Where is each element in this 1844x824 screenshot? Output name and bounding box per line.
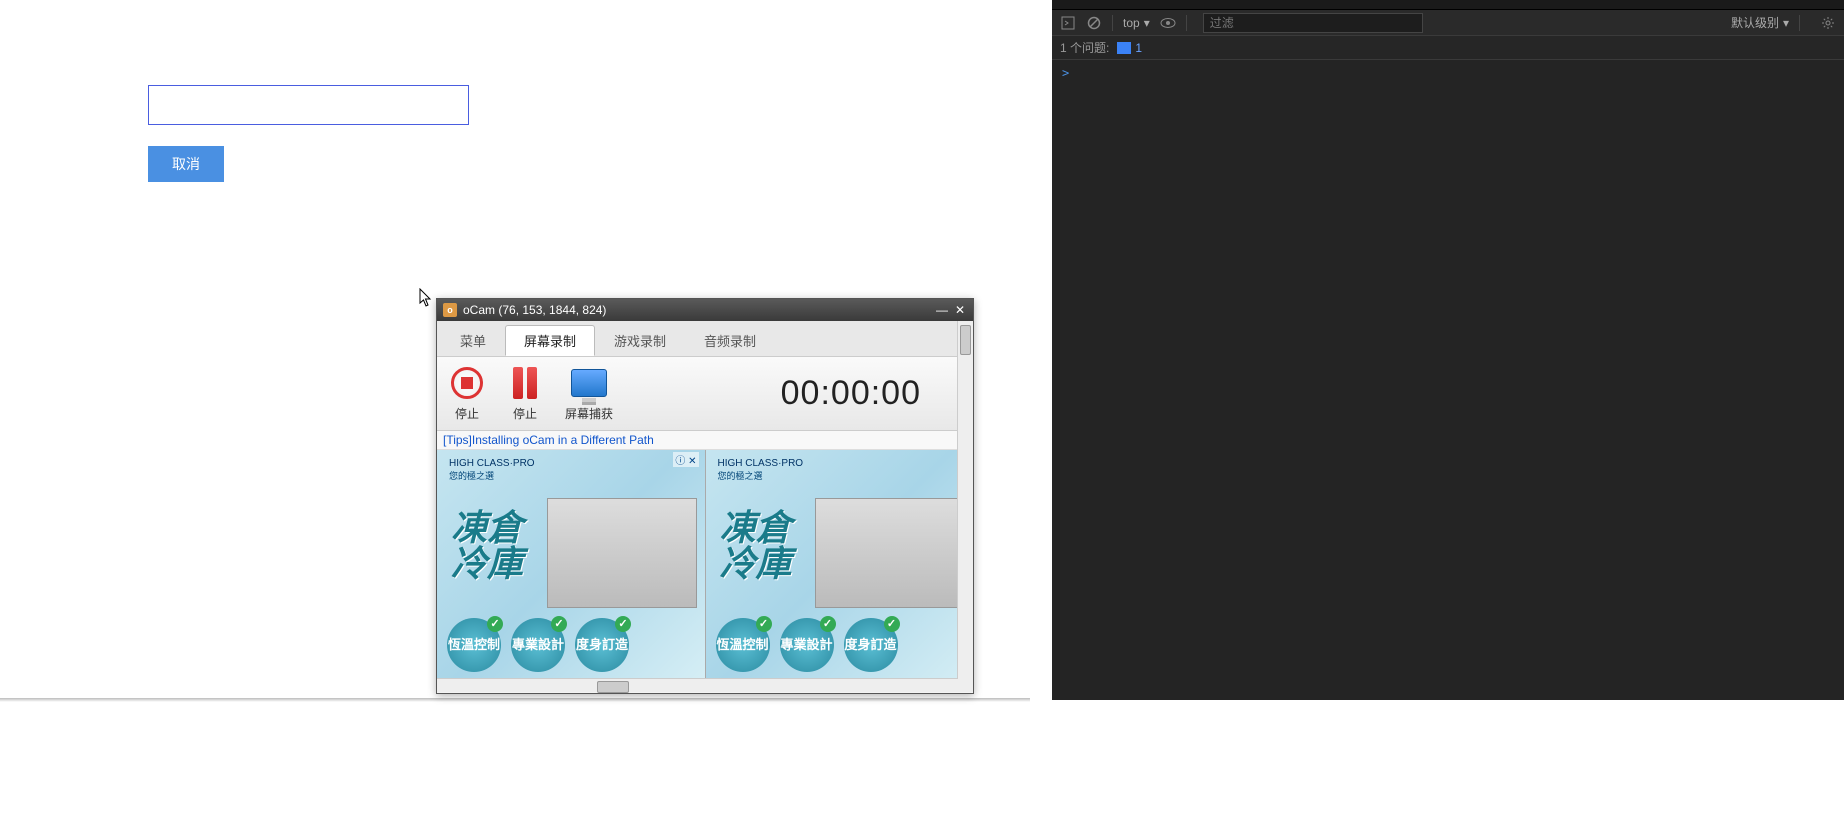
ad-cell-2[interactable]: HIGH CLASS·PRO 您的極之選 凍倉 冷庫 恆溫控制 專業設計 度身訂… xyxy=(706,450,974,678)
horizontal-scrollbar[interactable] xyxy=(437,678,973,692)
issues-badge[interactable]: 1 xyxy=(1117,41,1142,55)
screen-capture-button[interactable]: 屏幕捕获 xyxy=(565,365,613,422)
ad-big-1: 凍倉 xyxy=(720,510,792,546)
ad-chip-3: 度身訂造 xyxy=(575,618,629,672)
stop-label: 停止 xyxy=(455,405,479,422)
ocam-tabs: 菜单 屏幕录制 游戏录制 音频录制 xyxy=(437,321,973,356)
ad-brand-sub: 您的極之選 xyxy=(449,469,535,482)
separator xyxy=(1112,15,1113,31)
live-expression-icon[interactable] xyxy=(1160,15,1176,31)
ocam-titlebar[interactable]: o oCam (76, 153, 1844, 824) — ✕ xyxy=(437,299,973,321)
text-input[interactable] xyxy=(148,85,469,125)
ocam-app-icon: o xyxy=(443,303,457,317)
chevron-down-icon: ▾ xyxy=(1783,16,1789,30)
filter-input[interactable] xyxy=(1203,13,1423,33)
ad-cell-1[interactable]: ⓘ ✕ HIGH CLASS·PRO 您的極之選 凍倉 冷庫 恆溫控制 專業設計… xyxy=(437,450,706,678)
monitor-icon xyxy=(571,369,607,397)
log-level-selector[interactable]: 默认级别 ▾ xyxy=(1731,14,1789,31)
console-sidebar-toggle-icon[interactable] xyxy=(1060,15,1076,31)
ad-big-1: 凍倉 xyxy=(451,510,523,546)
tab-game-record[interactable]: 游戏录制 xyxy=(595,325,685,356)
ad-headline: 凍倉 冷庫 xyxy=(451,510,523,582)
stop-button[interactable]: 停止 xyxy=(449,365,485,422)
ad-chips: 恆溫控制 專業設計 度身訂造 xyxy=(447,618,629,672)
scrollbar-thumb[interactable] xyxy=(960,325,971,355)
tab-menu[interactable]: 菜单 xyxy=(441,325,505,356)
ad-info-close-icon[interactable]: ⓘ ✕ xyxy=(673,452,698,467)
console-prompt: > xyxy=(1062,66,1069,80)
ad-big-2: 冷庫 xyxy=(720,546,792,582)
ad-brand: HIGH CLASS·PRO 您的極之選 xyxy=(449,458,535,482)
ad-brand-sub: 您的極之選 xyxy=(718,469,804,482)
ocam-title: oCam (76, 153, 1844, 824) xyxy=(463,303,606,317)
pause-label: 停止 xyxy=(513,405,537,422)
stop-icon xyxy=(451,367,483,399)
page-divider xyxy=(0,698,1030,702)
devtools-tabstrip xyxy=(1052,0,1844,10)
ad-headline: 凍倉 冷庫 xyxy=(720,510,792,582)
filter-field xyxy=(1203,13,1423,33)
cancel-button[interactable]: 取消 xyxy=(148,146,224,182)
minimize-icon[interactable]: — xyxy=(935,303,949,317)
ocam-window: o oCam (76, 153, 1844, 824) — ✕ 菜单 屏幕录制 … xyxy=(436,298,974,694)
issues-label: 1 个问题: xyxy=(1060,39,1109,56)
issues-bar: 1 个问题: 1 xyxy=(1052,36,1844,60)
clear-console-icon[interactable] xyxy=(1086,15,1102,31)
level-label: 默认级别 xyxy=(1731,14,1779,31)
console-toolbar: top ▾ 默认级别 ▾ xyxy=(1052,10,1844,36)
ad-chip-2: 專業設計 xyxy=(511,618,565,672)
pause-icon xyxy=(513,367,537,399)
vertical-scrollbar[interactable] xyxy=(957,321,973,679)
pause-button[interactable]: 停止 xyxy=(507,365,543,422)
context-selector[interactable]: top ▾ xyxy=(1123,16,1150,30)
ad-image xyxy=(815,498,965,608)
ad-image xyxy=(547,498,697,608)
ad-brand-top: HIGH CLASS·PRO xyxy=(718,458,804,469)
console-output[interactable]: > xyxy=(1052,60,1844,86)
tab-audio-record[interactable]: 音频录制 xyxy=(685,325,775,356)
ad-brand-top: HIGH CLASS·PRO xyxy=(449,458,535,469)
separator xyxy=(1186,15,1187,31)
ad-chip-1: 恆溫控制 xyxy=(447,618,501,672)
recording-timer: 00:00:00 xyxy=(781,374,921,413)
context-label: top xyxy=(1123,16,1140,30)
ad-big-2: 冷庫 xyxy=(451,546,523,582)
ad-chip-3: 度身訂造 xyxy=(844,618,898,672)
ocam-toolbar: 停止 停止 屏幕捕获 00:00:00 xyxy=(437,356,973,431)
ad-chip-1: 恆溫控制 xyxy=(716,618,770,672)
message-icon xyxy=(1117,42,1131,54)
close-icon[interactable]: ✕ xyxy=(953,303,967,317)
gear-icon[interactable] xyxy=(1820,15,1836,31)
capture-label: 屏幕捕获 xyxy=(565,405,613,422)
separator xyxy=(1799,15,1800,31)
tips-link[interactable]: [Tips]Installing oCam in a Different Pat… xyxy=(437,431,973,450)
chevron-down-icon: ▾ xyxy=(1144,16,1150,30)
devtools-panel: top ▾ 默认级别 ▾ 1 个问题: 1 > xyxy=(1052,0,1844,700)
ad-area: ⓘ ✕ HIGH CLASS·PRO 您的極之選 凍倉 冷庫 恆溫控制 專業設計… xyxy=(437,450,973,678)
issues-count: 1 xyxy=(1135,41,1142,55)
ad-chip-2: 專業設計 xyxy=(780,618,834,672)
tab-screen-record[interactable]: 屏幕录制 xyxy=(505,325,595,356)
ad-brand: HIGH CLASS·PRO 您的極之選 xyxy=(718,458,804,482)
ad-chips: 恆溫控制 專業設計 度身訂造 xyxy=(716,618,898,672)
